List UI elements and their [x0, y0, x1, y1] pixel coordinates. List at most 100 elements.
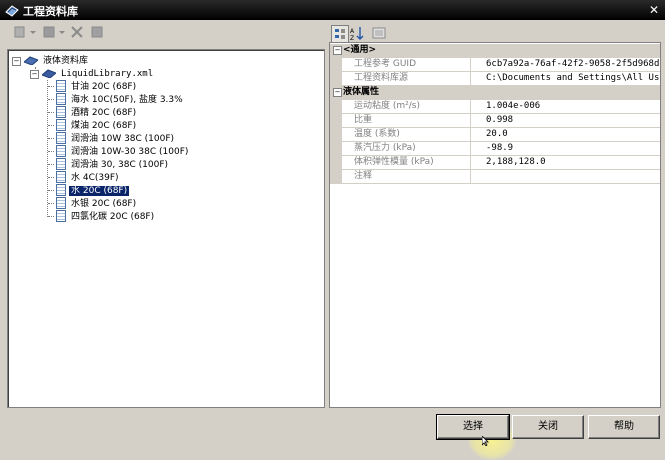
library-icon: [24, 56, 38, 65]
collapse-icon[interactable]: −: [333, 46, 342, 55]
library-icon: [5, 5, 19, 17]
tree-connector: [48, 164, 54, 165]
category-general-label: <通用>: [343, 45, 377, 55]
library-tree[interactable]: − 液体资料库 − LiquidLibrary.xml 甘油 20C (68F)…: [7, 49, 325, 408]
property-row[interactable]: 运动粘度 (m²/s) 1.004e-006: [330, 100, 660, 114]
tree-connector: [48, 216, 54, 217]
tree-item[interactable]: 甘油 20C (68F): [56, 80, 138, 93]
property-row[interactable]: 比重 0.998: [330, 114, 660, 128]
property-value[interactable]: 20.0: [486, 128, 660, 141]
document-icon: [56, 80, 66, 92]
tree-item[interactable]: 润滑油 30, 38C (100F): [56, 158, 170, 171]
document-icon: [56, 93, 66, 105]
tree-toolbar: [6, 22, 322, 44]
property-value[interactable]: 1.004e-006: [486, 100, 660, 113]
tree-item-label: 水 20C (68F): [67, 184, 131, 197]
tree-connector: [47, 80, 48, 217]
tree-item[interactable]: 酒精 20C (68F): [56, 106, 138, 119]
property-row[interactable]: 温度 (系数) 20.0: [330, 128, 660, 142]
property-name: 工程资料库源: [330, 72, 471, 85]
collapse-icon[interactable]: −: [333, 88, 342, 97]
property-value[interactable]: 6cb7a92a-76af-42f2-9058-2f5d968dd3e: [486, 58, 660, 71]
tree-item[interactable]: 四氯化碳 20C (68F): [56, 210, 156, 223]
tree-item-label: 润滑油 10W 38C (100F): [71, 133, 175, 144]
help-button[interactable]: 帮助: [588, 415, 660, 439]
categorized-icon[interactable]: [331, 25, 349, 43]
category-liquid[interactable]: − 液体属性: [330, 86, 660, 100]
save-icon[interactable]: [42, 25, 56, 39]
property-pages-icon[interactable]: [371, 25, 387, 41]
dialog-window: 工程资料库 ✕ − 液体资料库 − LiquidLibrary.xml 甘油 2…: [0, 0, 665, 460]
document-icon: [56, 197, 66, 209]
tree-library-label: LiquidLibrary.xml: [61, 69, 154, 79]
library-file-icon: [42, 69, 56, 78]
tree-connector: [48, 86, 54, 87]
document-icon: [56, 119, 66, 131]
property-name: 蒸汽压力 (kPa): [330, 142, 471, 155]
tree-item-label: 水银 20C (68F): [71, 198, 137, 209]
tree-item[interactable]: 润滑油 10W-30 38C (100F): [56, 145, 190, 158]
properties-icon[interactable]: [90, 25, 104, 39]
close-button[interactable]: 关闭: [512, 415, 584, 439]
tree-item-label: 四氯化碳 20C (68F): [71, 211, 155, 222]
document-icon: [56, 184, 66, 196]
tree-connector: [48, 99, 54, 100]
tree-connector: [48, 151, 54, 152]
select-button[interactable]: 选择: [436, 414, 510, 440]
property-value[interactable]: -98.9: [486, 142, 660, 155]
property-name: 体积弹性模量 (kPa): [330, 156, 471, 169]
tree-connector: [48, 177, 54, 178]
property-row[interactable]: 蒸汽压力 (kPa) -98.9: [330, 142, 660, 156]
document-icon: [56, 106, 66, 118]
tree-item-label: 润滑油 10W-30 38C (100F): [71, 146, 189, 157]
tree-item[interactable]: 海水 10C(50F), 盐度 3.3%: [56, 93, 185, 106]
property-grid[interactable]: − <通用> 工程参考 GUID 6cb7a92a-76af-42f2-9058-…: [329, 42, 661, 408]
close-icon[interactable]: ✕: [647, 3, 661, 17]
document-icon: [56, 210, 66, 222]
property-value[interactable]: 2,188,128.0: [486, 156, 660, 169]
property-row[interactable]: 体积弹性模量 (kPa) 2,188,128.0: [330, 156, 660, 170]
new-icon[interactable]: [13, 25, 27, 39]
property-value[interactable]: 0.998: [486, 114, 660, 127]
tree-root-label: 液体资料库: [43, 56, 89, 66]
tree-item[interactable]: 煤油 20C (68F): [56, 119, 138, 132]
delete-icon[interactable]: [70, 25, 84, 39]
tree-connector: [48, 190, 54, 191]
tree-connector: [48, 125, 54, 126]
property-value[interactable]: C:\Documents and Settings\All Users: [486, 72, 660, 85]
tree-item[interactable]: 水 20C (68F): [56, 184, 131, 197]
sort-alphabetical-icon[interactable]: A Z: [349, 25, 365, 41]
category-general[interactable]: − <通用>: [330, 44, 660, 58]
tree-item-label: 润滑油 30, 38C (100F): [71, 159, 169, 170]
tree-connector: [48, 203, 54, 204]
property-name: 比重: [330, 114, 471, 127]
tree-item-label: 酒精 20C (68F): [71, 107, 137, 118]
document-icon: [56, 132, 66, 144]
property-row[interactable]: 工程资料库源 C:\Documents and Settings\All User…: [330, 72, 660, 86]
tree-item-label: 海水 10C(50F), 盐度 3.3%: [71, 94, 183, 105]
document-icon: [56, 171, 66, 183]
tree-item-label: 煤油 20C (68F): [71, 120, 137, 131]
collapse-icon[interactable]: −: [12, 57, 21, 66]
svg-text:A: A: [350, 28, 355, 35]
title-bar[interactable]: 工程资料库 ✕: [0, 0, 665, 20]
tree-item[interactable]: 水银 20C (68F): [56, 197, 138, 210]
property-name: 工程参考 GUID: [330, 58, 471, 71]
window-title: 工程资料库: [23, 5, 78, 18]
tree-connector: [48, 112, 54, 113]
tree-item[interactable]: 水 4C(39F): [56, 171, 121, 184]
chevron-down-icon[interactable]: [30, 31, 36, 34]
property-name: 温度 (系数): [330, 128, 471, 141]
document-icon: [56, 145, 66, 157]
chevron-down-icon[interactable]: [59, 31, 65, 34]
category-liquid-label: 液体属性: [343, 87, 380, 97]
collapse-icon[interactable]: −: [30, 70, 39, 79]
tree-item[interactable]: 润滑油 10W 38C (100F): [56, 132, 176, 145]
svg-text:Z: Z: [350, 35, 354, 41]
tree-connector: [48, 138, 54, 139]
property-name: 注释: [330, 170, 471, 183]
document-icon: [56, 158, 66, 170]
property-row[interactable]: 注释: [330, 170, 660, 184]
tree-item-label: 水 4C(39F): [71, 172, 119, 183]
property-row[interactable]: 工程参考 GUID 6cb7a92a-76af-42f2-9058-2f5d968…: [330, 58, 660, 72]
